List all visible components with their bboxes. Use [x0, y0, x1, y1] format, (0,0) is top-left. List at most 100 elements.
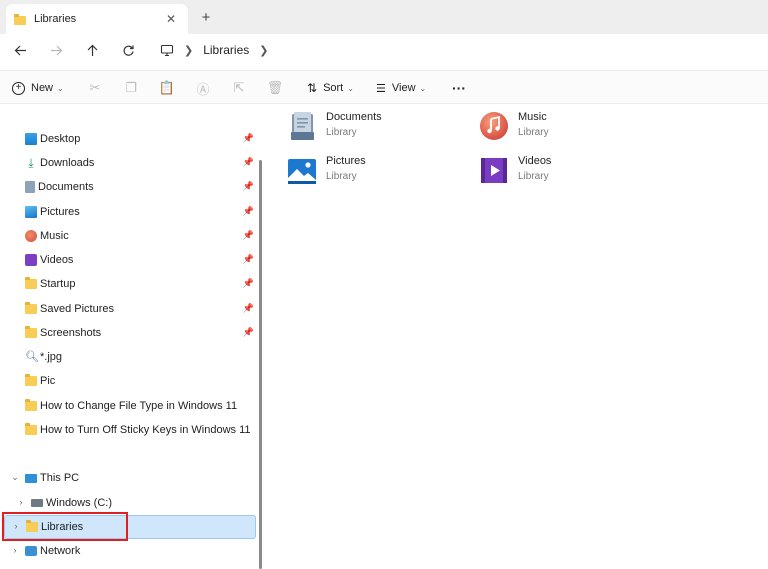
pin-icon: 📌	[242, 230, 254, 240]
nav-item-pictures[interactable]: Pictures 📌	[4, 201, 256, 223]
nav-item-label: Music	[40, 230, 69, 242]
nav-item-network[interactable]: › Network	[4, 540, 256, 562]
trash-icon: 🗑	[266, 80, 284, 95]
nav-item-desktop[interactable]: Desktop 📌	[4, 128, 256, 150]
nav-item-label: This PC	[40, 472, 80, 484]
chevron-down-icon[interactable]: ⌄	[10, 472, 20, 483]
tab-libraries[interactable]: Libraries ✕	[6, 4, 188, 34]
nav-item-label: Network	[40, 545, 81, 557]
download-icon: ⤓	[28, 156, 34, 170]
videos-icon	[25, 254, 37, 266]
nav-item-label: Windows (C:)	[46, 497, 113, 509]
share-button[interactable]: ⇱	[230, 79, 248, 97]
library-name: Videos	[518, 155, 552, 167]
nav-item-this-pc[interactable]: ⌄ This PC	[4, 467, 256, 489]
plus-icon: +	[12, 81, 25, 95]
view-button[interactable]: ☰ View ⌄	[376, 79, 426, 97]
new-button[interactable]: + New ⌄	[12, 79, 64, 97]
nav-item-label: How to Change File Type in Windows 11	[40, 400, 238, 412]
back-button[interactable]	[10, 40, 30, 60]
nav-item-documents[interactable]: Documents 📌	[4, 176, 256, 198]
folder-icon	[25, 326, 37, 338]
nav-item-downloads[interactable]: ⤓ Downloads 📌	[4, 152, 256, 174]
nav-item-videos[interactable]: Videos 📌	[4, 249, 256, 271]
desktop-icon	[25, 133, 37, 145]
network-icon	[25, 546, 37, 556]
chevron-right-icon[interactable]: ❯	[184, 44, 193, 57]
library-type: Library	[518, 127, 549, 138]
nav-item-startup[interactable]: Startup 📌	[4, 273, 256, 295]
nav-item-label: Desktop	[40, 133, 81, 145]
rename-button[interactable]: Ⓐ	[194, 79, 212, 97]
pin-icon: 📌	[242, 327, 254, 337]
new-tab-button[interactable]: +	[198, 10, 214, 26]
monitor-icon[interactable]	[160, 44, 174, 57]
library-documents[interactable]: Documents Library	[286, 110, 466, 144]
breadcrumb-libraries[interactable]: Libraries	[203, 43, 249, 57]
share-icon: ⇱	[233, 80, 245, 95]
nav-item-sticky-keys[interactable]: How to Turn Off Sticky Keys in Windows 1…	[4, 419, 256, 441]
content-area: Documents Library Music Library Pictures…	[268, 104, 768, 569]
folder-icon	[25, 277, 37, 289]
paste-button[interactable]: 📋	[158, 79, 176, 97]
nav-item-label: Startup	[40, 278, 76, 290]
pin-icon: 📌	[242, 254, 254, 264]
sort-button[interactable]: ⇅ Sort ⌄	[307, 79, 354, 97]
library-music[interactable]: Music Library	[478, 110, 658, 144]
chevron-down-icon: ⌄	[57, 83, 64, 93]
copy-button[interactable]: ❐	[122, 79, 140, 97]
chevron-right-icon[interactable]: ❯	[259, 44, 268, 57]
nav-item-windows-c[interactable]: › Windows (C:)	[4, 492, 256, 514]
documents-icon	[25, 181, 35, 193]
nav-item-screenshots[interactable]: Screenshots 📌	[4, 322, 256, 344]
library-videos[interactable]: Videos Library	[478, 154, 658, 188]
music-icon	[25, 230, 37, 242]
chevron-down-icon: ⌄	[347, 83, 354, 93]
close-icon[interactable]: ✕	[164, 12, 178, 26]
nav-item-label: Saved Pictures	[40, 303, 114, 315]
navigation-pane: Desktop 📌 ⤓ Downloads 📌 Documents 📌 Pict…	[0, 104, 262, 569]
nav-item-label: *.jpg	[40, 351, 63, 363]
tab-title: Libraries	[34, 13, 77, 25]
nav-scrollbar[interactable]	[259, 160, 262, 569]
nav-item-change-file-type[interactable]: How to Change File Type in Windows 11	[4, 395, 256, 417]
library-name: Music	[518, 111, 547, 123]
more-options-button[interactable]: ···	[452, 79, 466, 97]
pc-icon	[25, 473, 37, 483]
nav-item-label: Downloads	[40, 157, 95, 169]
command-bar: + New ⌄ ✂ ❐ 📋 Ⓐ ⇱ 🗑 ⇅ Sort ⌄ ☰ View ⌄ ··…	[0, 70, 768, 104]
pin-icon: 📌	[242, 181, 254, 191]
search-icon: 🔍︎	[25, 351, 39, 363]
nav-item-label: How to Turn Off Sticky Keys in Windows 1…	[40, 424, 251, 436]
view-label: View	[391, 82, 416, 94]
nav-item-label: Screenshots	[40, 327, 102, 339]
up-button[interactable]	[82, 40, 102, 60]
nav-item-music[interactable]: Music 📌	[4, 225, 256, 247]
refresh-button[interactable]	[118, 40, 138, 60]
chevron-down-icon: ⌄	[419, 83, 427, 93]
chevron-right-icon[interactable]: ›	[16, 497, 26, 507]
pictures-icon	[25, 206, 37, 218]
nav-item-pic[interactable]: Pic	[4, 370, 256, 392]
view-icon: ☰	[376, 82, 386, 95]
folder-icon	[25, 423, 37, 435]
chevron-right-icon[interactable]: ›	[10, 545, 20, 555]
nav-item-saved-pictures[interactable]: Saved Pictures 📌	[4, 298, 256, 320]
pin-icon: 📌	[242, 157, 254, 167]
library-name: Documents	[326, 111, 382, 123]
library-pictures[interactable]: Pictures Library	[286, 154, 466, 188]
delete-button[interactable]: 🗑	[266, 79, 284, 97]
nav-item-jpg-search[interactable]: 🔍︎ *.jpg	[4, 346, 256, 368]
annotation-highlight	[2, 512, 128, 541]
cut-button[interactable]: ✂	[86, 79, 104, 97]
library-type: Library	[326, 171, 357, 182]
drive-icon	[31, 499, 43, 507]
nav-item-label: Documents	[38, 181, 94, 193]
pictures-library-icon	[288, 159, 316, 184]
folder-icon	[25, 399, 37, 411]
nav-item-label: Pictures	[40, 206, 80, 218]
videos-library-icon	[481, 158, 507, 183]
pin-icon: 📌	[242, 206, 254, 216]
nav-item-label: Pic	[40, 375, 56, 387]
forward-button[interactable]	[46, 40, 66, 60]
